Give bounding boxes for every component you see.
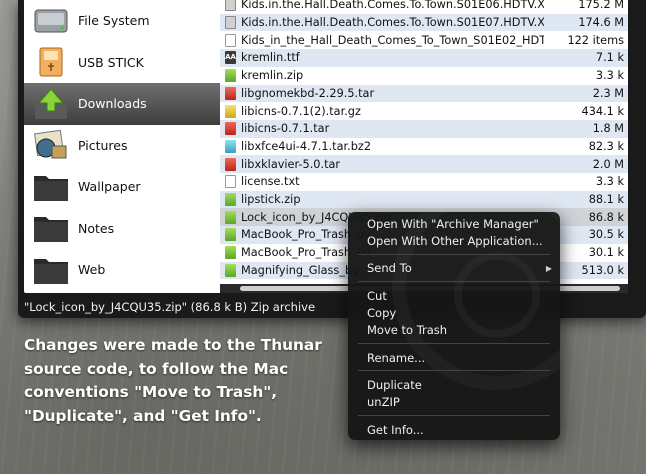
list-item[interactable]: lipstick.zip 88.1 k xyxy=(220,190,628,209)
file-name: Kids_in_the_Hall_Death_Comes_To_Town_S01… xyxy=(241,33,544,47)
file-size: 82.3 k xyxy=(588,139,624,153)
caption-text: Changes were made to the Thunar source c… xyxy=(24,336,322,425)
file-name: kremlin.zip xyxy=(241,69,304,83)
file-size: 2.0 M xyxy=(592,157,624,171)
file-name: libxklavier-5.0.tar xyxy=(241,157,341,171)
sidebar-item-web[interactable]: Web xyxy=(24,249,222,291)
sidebar-item-label: Web xyxy=(78,262,106,278)
list-item[interactable]: libxfce4ui-4.7.1.tar.bz2 82.3 k xyxy=(220,138,628,156)
list-item[interactable]: libxklavier-5.0.tar 2.0 M xyxy=(220,155,628,173)
file-size: 174.6 M xyxy=(578,16,624,30)
file-size: 3.3 k xyxy=(595,69,624,83)
sidebar-item-label: File System xyxy=(78,13,150,29)
file-name: lipstick.zip xyxy=(241,193,301,207)
sidebar: File System USB STICK Downloads Pictures… xyxy=(24,0,222,293)
usb-drive-icon xyxy=(32,45,70,79)
file-size: 175.2 M xyxy=(578,0,624,12)
file-size: 1.8 M xyxy=(592,122,624,136)
font-icon: AA xyxy=(225,51,236,65)
archive-icon xyxy=(225,86,236,100)
menu-decoration xyxy=(454,252,540,338)
sidebar-item-label: Downloads xyxy=(78,96,147,112)
file-size: 122 items xyxy=(567,33,624,47)
archive-icon xyxy=(225,228,236,242)
pictures-icon xyxy=(32,128,70,162)
file-name: Kids.in.the.Hall.Death.Comes.To.Town.S01… xyxy=(241,0,544,12)
sidebar-item-notes[interactable]: Notes xyxy=(24,208,222,250)
file-size: 7.1 k xyxy=(595,51,624,65)
file-size: 2.3 M xyxy=(592,86,624,100)
file-name: license.txt xyxy=(241,175,300,189)
menu-item-get-info[interactable]: Get Info... xyxy=(367,423,424,437)
file-size: 3.3 k xyxy=(595,175,624,189)
list-item[interactable]: libicns-0.7.1(2).tar.gz 434.1 k xyxy=(220,102,628,120)
context-menu: Open With "Archive Manager" Open With Ot… xyxy=(348,212,560,440)
file-name: libgnomekbd-2.29.5.tar xyxy=(241,86,375,100)
sidebar-item-file-system[interactable]: File System xyxy=(24,0,222,42)
menu-item-open-with-other-application[interactable]: Open With Other Application... xyxy=(367,234,543,248)
list-item[interactable]: libgnomekbd-2.29.5.tar 2.3 M xyxy=(220,84,628,103)
video-icon xyxy=(225,16,236,30)
sidebar-item-label: USB STICK xyxy=(78,54,144,70)
text-file-icon xyxy=(225,175,236,189)
menu-separator xyxy=(358,343,550,344)
menu-separator xyxy=(358,370,550,371)
sidebar-item-label: Pictures xyxy=(78,137,128,153)
menu-separator xyxy=(358,254,550,255)
menu-item-unzip[interactable]: unZIP xyxy=(367,395,400,409)
list-item[interactable]: license.txt 3.3 k xyxy=(220,173,628,191)
archive-icon xyxy=(225,157,236,171)
menu-item-rename[interactable]: Rename... xyxy=(367,351,425,365)
archive-icon xyxy=(225,104,236,118)
menu-item-duplicate[interactable]: Duplicate xyxy=(367,378,422,392)
archive-icon xyxy=(225,139,236,153)
list-item[interactable]: kremlin.zip 3.3 k xyxy=(220,67,628,85)
status-bar: "Lock_icon_by_J4CQU35.zip" (86.8 k B) Zi… xyxy=(24,300,316,314)
document-icon xyxy=(225,33,236,47)
menu-item-copy[interactable]: Copy xyxy=(367,306,396,320)
sidebar-item-wallpaper[interactable]: Wallpaper xyxy=(24,166,222,208)
archive-icon xyxy=(225,263,236,277)
file-name: Kids.in.the.Hall.Death.Comes.To.Town.S01… xyxy=(241,16,544,30)
sidebar-item-label: Notes xyxy=(78,220,115,236)
list-item[interactable]: libicns-0.7.1.tar 1.8 M xyxy=(220,119,628,138)
menu-item-open-with-archive-manager[interactable]: Open With "Archive Manager" xyxy=(367,217,539,231)
menu-item-send-to[interactable]: Send To xyxy=(367,261,412,275)
archive-icon xyxy=(225,210,236,224)
sidebar-item-downloads[interactable]: Downloads xyxy=(24,83,222,125)
downloads-icon xyxy=(32,87,70,121)
sidebar-item-usb-stick[interactable]: USB STICK xyxy=(24,42,222,84)
folder-icon xyxy=(32,170,70,204)
hard-drive-icon xyxy=(32,4,70,38)
sidebar-item-label: Wallpaper xyxy=(78,179,141,195)
file-size: 434.1 k xyxy=(581,104,624,118)
folder-icon xyxy=(32,253,70,287)
menu-separator xyxy=(358,415,550,416)
folder-icon xyxy=(32,211,70,245)
archive-icon xyxy=(225,69,236,83)
menu-separator xyxy=(358,281,550,282)
file-name: libicns-0.7.1.tar xyxy=(241,122,330,136)
list-item[interactable]: Kids.in.the.Hall.Death.Comes.To.Town.S01… xyxy=(220,0,628,14)
submenu-arrow-icon: ▶ xyxy=(545,264,552,273)
video-icon xyxy=(225,0,236,12)
file-name: libxfce4ui-4.7.1.tar.bz2 xyxy=(241,139,372,153)
file-size: 88.1 k xyxy=(588,193,624,207)
list-item[interactable]: Kids_in_the_Hall_Death_Comes_To_Town_S01… xyxy=(220,31,628,49)
archive-icon xyxy=(225,193,236,207)
list-item[interactable]: Kids.in.the.Hall.Death.Comes.To.Town.S01… xyxy=(220,13,628,32)
archive-icon xyxy=(225,122,236,136)
file-name: libicns-0.7.1(2).tar.gz xyxy=(241,104,361,118)
menu-item-cut[interactable]: Cut xyxy=(367,289,387,303)
archive-icon xyxy=(225,246,236,260)
file-name: kremlin.ttf xyxy=(241,51,300,65)
menu-item-move-to-trash[interactable]: Move to Trash xyxy=(367,323,447,337)
list-item[interactable]: AA kremlin.ttf 7.1 k xyxy=(220,49,628,67)
sidebar-item-pictures[interactable]: Pictures xyxy=(24,125,222,167)
